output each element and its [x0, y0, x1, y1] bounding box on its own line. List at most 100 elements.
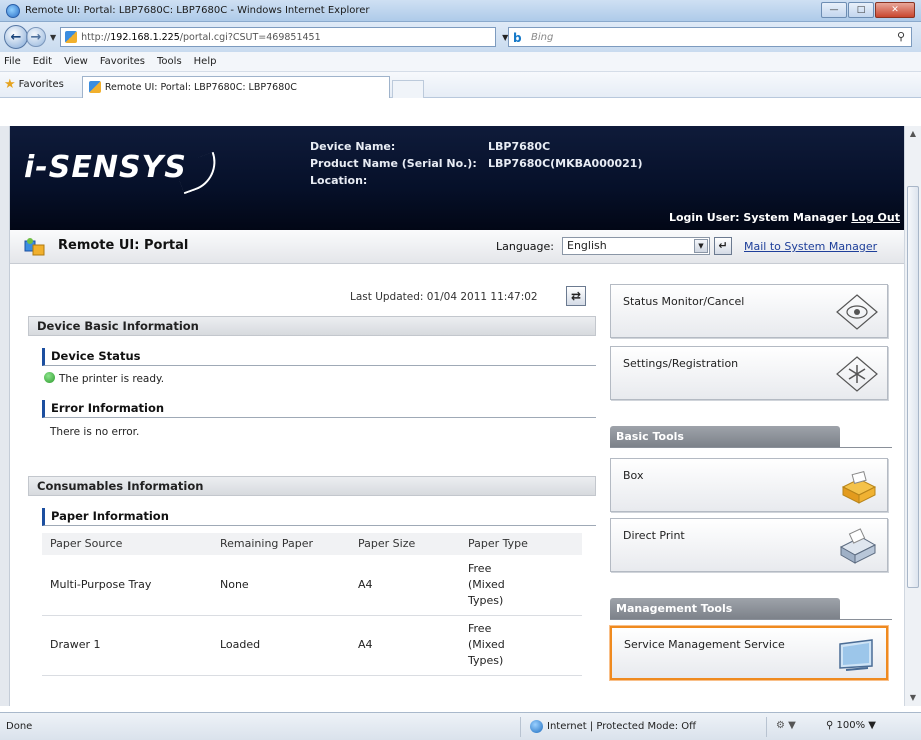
- col-paper-size: Paper Size: [350, 533, 460, 556]
- device-name-label: Device Name:: [310, 140, 396, 153]
- consumables-info-header: Consumables Information: [28, 476, 596, 496]
- header-banner: i-SENSYS Device Name: LBP7680C Product Na…: [10, 126, 904, 230]
- menu-help[interactable]: Help: [194, 56, 217, 67]
- url-host: 192.168.1.225: [110, 31, 180, 43]
- logout-link[interactable]: Log Out: [851, 211, 900, 224]
- box-icon: [841, 470, 877, 504]
- table-row: Drawer 1 Loaded A4 Free (Mixed Types): [42, 615, 582, 676]
- maximize-icon: □: [856, 5, 866, 15]
- protected-mode-icon[interactable]: ⚙ ▼: [776, 720, 796, 731]
- device-basic-info-header: Device Basic Information: [28, 316, 596, 336]
- browser-tab[interactable]: Remote UI: Portal: LBP7680C: LBP7680C: [81, 75, 390, 98]
- cell-paper-source: Drawer 1: [42, 615, 212, 676]
- favorites-label: Favorites: [18, 79, 64, 90]
- forward-button[interactable]: →: [26, 27, 46, 47]
- internet-explorer-icon: [6, 3, 20, 18]
- eye-icon: [836, 294, 878, 330]
- page-left-edge: [0, 126, 10, 706]
- refresh-icon: ⇄: [570, 289, 582, 303]
- settings-asterisk-icon: [836, 356, 878, 392]
- portal-bar: Remote UI: Portal Language: English ▼ ↵ …: [10, 230, 904, 264]
- status-separator: [766, 717, 767, 737]
- location-label: Location:: [310, 174, 368, 187]
- security-zone-text: Internet | Protected Mode: Off: [547, 721, 697, 732]
- menu-view[interactable]: View: [64, 56, 88, 67]
- cell-paper-size: A4: [350, 555, 460, 616]
- zoom-icon: ⚲: [826, 720, 834, 731]
- management-tools-divider: [610, 619, 892, 620]
- cell-paper-size: A4: [350, 615, 460, 676]
- url-path: /portal.cgi?CSUT=469851451: [179, 31, 321, 43]
- direct-print-label: Direct Print: [623, 529, 685, 542]
- status-monitor-label: Status Monitor/Cancel: [623, 295, 745, 308]
- scroll-down-icon[interactable]: ▼: [905, 690, 921, 706]
- menu-file[interactable]: File: [4, 56, 21, 67]
- box-button[interactable]: Box: [610, 458, 888, 512]
- back-button[interactable]: ←: [4, 25, 28, 49]
- menu-favorites[interactable]: Favorites: [100, 56, 145, 67]
- device-status-header: Device Status: [42, 348, 596, 366]
- device-info: Device Name: LBP7680C Product Name (Seria…: [310, 138, 643, 189]
- language-label: Language:: [496, 240, 554, 253]
- minimize-button[interactable]: —: [821, 2, 847, 18]
- login-info: Login User: System Manager Log Out: [669, 211, 900, 224]
- menu-bar: File Edit View Favorites Tools Help: [0, 52, 921, 72]
- service-management-service-button[interactable]: Service Management Service: [610, 626, 888, 680]
- menu-edit[interactable]: Edit: [33, 56, 52, 67]
- product-name-value: LBP7680C(MKBA000021): [488, 157, 643, 170]
- window-titlebar: Remote UI: Portal: LBP7680C: LBP7680C - …: [0, 0, 921, 22]
- settings-label: Settings/Registration: [623, 357, 739, 370]
- site-favicon-icon: [65, 31, 78, 43]
- cell-paper-type: Free (Mixed Types): [460, 615, 582, 676]
- maximize-button[interactable]: □: [848, 2, 874, 18]
- vertical-scrollbar[interactable]: ▲ ▼: [904, 126, 921, 706]
- refresh-button[interactable]: ⇄: [566, 286, 586, 306]
- col-remaining-paper: Remaining Paper: [212, 533, 350, 556]
- zoom-level[interactable]: ⚲ 100% ▼: [826, 720, 876, 731]
- language-select[interactable]: English ▼: [562, 237, 710, 255]
- settings-registration-button[interactable]: Settings/Registration: [610, 346, 888, 400]
- scrollbar-thumb[interactable]: [907, 186, 919, 588]
- search-placeholder: Bing: [531, 31, 554, 43]
- error-info-header: Error Information: [42, 400, 596, 418]
- close-icon: ✕: [891, 5, 899, 15]
- brand-logo: i-SENSYS: [24, 150, 187, 185]
- printer-icon: [839, 528, 877, 564]
- security-zone[interactable]: Internet | Protected Mode: Off: [530, 720, 696, 733]
- management-tools-header: Management Tools: [610, 598, 840, 620]
- error-text: There is no error.: [50, 426, 140, 438]
- menu-tools[interactable]: Tools: [157, 56, 182, 67]
- status-ok-icon: [44, 372, 55, 383]
- direct-print-button[interactable]: Direct Print: [610, 518, 888, 572]
- box-label: Box: [623, 469, 644, 482]
- basic-tools-divider: [610, 447, 892, 448]
- bing-icon: b: [513, 31, 522, 45]
- scroll-up-icon[interactable]: ▲: [905, 126, 921, 142]
- tab-title: Remote UI: Portal: LBP7680C: LBP7680C: [104, 81, 297, 93]
- status-text: Done: [6, 721, 33, 732]
- star-icon: ★: [4, 77, 16, 92]
- login-user-text: Login User: System Manager: [668, 211, 848, 224]
- cell-paper-source: Multi-Purpose Tray: [42, 555, 212, 616]
- search-icon[interactable]: ⚲: [897, 30, 905, 43]
- paper-info-header: Paper Information: [42, 508, 596, 526]
- close-button[interactable]: ✕: [875, 2, 915, 18]
- mail-to-system-manager-link[interactable]: Mail to System Manager: [744, 240, 877, 253]
- portal-icon: [24, 238, 45, 256]
- device-name-value: LBP7680C: [488, 140, 551, 153]
- search-input[interactable]: b Bing ⚲: [508, 27, 912, 47]
- url-prefix: http://: [81, 31, 111, 43]
- favorites-button[interactable]: ★ Favorites: [4, 77, 64, 92]
- address-bar[interactable]: http://192.168.1.225/portal.cgi?CSUT=469…: [60, 27, 497, 47]
- new-tab-button[interactable]: [391, 79, 424, 98]
- col-paper-type: Paper Type: [460, 533, 582, 556]
- status-monitor-button[interactable]: Status Monitor/Cancel: [610, 284, 888, 338]
- back-arrow-icon: ←: [10, 29, 22, 45]
- tab-favicon-icon: [88, 81, 101, 93]
- monitor-icon: [839, 639, 873, 671]
- product-name-label: Product Name (Serial No.):: [310, 157, 477, 170]
- paper-table: Paper Source Remaining Paper Paper Size …: [42, 533, 582, 676]
- language-apply-button[interactable]: ↵: [714, 237, 732, 255]
- recent-pages-dropdown[interactable]: ▼: [50, 33, 56, 42]
- cell-remaining-paper: Loaded: [212, 615, 350, 676]
